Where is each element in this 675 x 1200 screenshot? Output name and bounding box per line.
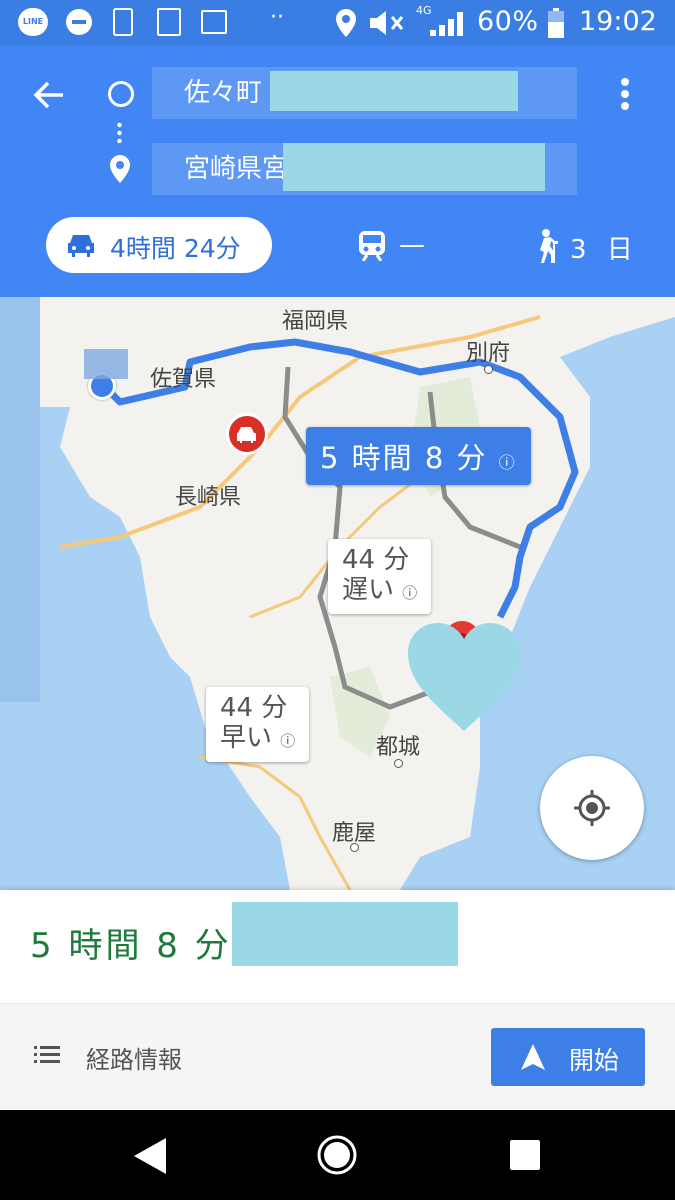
steps-button[interactable]: 経路情報 — [86, 1040, 182, 1075]
origin-redaction — [84, 349, 128, 379]
system-nav-bar — [0, 1110, 675, 1200]
list-icon[interactable] — [34, 1046, 60, 1064]
route-dots-icon — [117, 121, 122, 143]
battery-icon — [548, 8, 564, 38]
origin-circle-icon — [108, 81, 134, 107]
city-dot — [350, 843, 359, 852]
alt-route-slower-bubble[interactable]: 44 分 遅い ⓘ — [328, 539, 432, 614]
map-label-saga: 佐賀県 — [150, 367, 217, 392]
train-icon — [359, 231, 385, 261]
heart-redaction-icon — [408, 623, 520, 731]
navigation-arrow-icon — [521, 1044, 545, 1070]
start-navigation-button[interactable]: 開始 — [491, 1028, 645, 1086]
card-actions: 経路情報 開始 — [0, 1004, 675, 1110]
destination-pin-icon — [110, 155, 130, 183]
mode-tab-transit[interactable]: — — [355, 217, 445, 273]
route-duration-bubble[interactable]: 5 時間 8 分 ⓘ — [306, 427, 531, 485]
line-icon: LINE — [18, 8, 48, 36]
contacts-icon — [157, 8, 181, 36]
city-dot — [484, 365, 493, 374]
signal-icon — [430, 12, 463, 36]
home-icon[interactable] — [316, 1134, 358, 1176]
map-view[interactable]: 福岡県 佐賀県 別府 長崎県 都城 鹿屋 5 時間 8 分 ⓘ 44 分 遅い … — [0, 297, 675, 890]
mute-icon — [370, 11, 404, 35]
traffic-incident-icon[interactable] — [226, 413, 268, 455]
summary-duration: 5 時間 8 分 — [30, 926, 232, 966]
mode-transit-duration: — — [399, 230, 425, 260]
traffic-info-icon: ⓘ — [280, 732, 296, 750]
alt-route-faster-bubble[interactable]: 44 分 早い ⓘ — [206, 687, 310, 762]
status-bar: LINE ·· 4G 60% 19:02 — [0, 0, 675, 45]
map-label-miyakonojo: 都城 — [376, 735, 421, 760]
start-label: 開始 — [569, 1046, 620, 1075]
clock: 19:02 — [579, 6, 657, 37]
mode-tab-car[interactable]: 4時間 24分 — [46, 217, 272, 273]
map-label-fukuoka: 福岡県 — [282, 309, 349, 334]
traffic-info-icon: ⓘ — [402, 584, 418, 602]
redaction-mask — [232, 902, 458, 966]
route-summary-card[interactable]: 5 時間 8 分 経路情報 開始 — [0, 890, 675, 1110]
mode-car-duration: 4時間 24分 — [110, 234, 241, 263]
save-icon — [113, 8, 133, 36]
mode-walk-duration: 3 日 — [570, 235, 639, 265]
alt-faster-note: 早い — [220, 723, 273, 753]
alt-slower-note: 遅い — [342, 575, 395, 605]
dnd-icon — [66, 9, 92, 35]
hiking-icon — [540, 229, 558, 263]
mode-tab-walk[interactable]: 3 日 — [530, 217, 640, 273]
more-notifications-icon: ·· — [270, 5, 284, 30]
map-label-beppu: 別府 — [466, 341, 511, 366]
location-icon — [336, 9, 356, 37]
alt-faster-time: 44 分 — [220, 693, 288, 723]
redaction-mask — [270, 71, 518, 111]
back-arrow-icon[interactable] — [33, 80, 65, 110]
recents-icon[interactable] — [510, 1140, 540, 1170]
route-duration: 5 時間 8 分 — [320, 441, 488, 475]
back-icon[interactable] — [134, 1138, 166, 1174]
directions-header: 佐々町 宮崎県宮 4時間 24分 — 3 日 — [0, 45, 675, 297]
my-location-button[interactable] — [540, 756, 644, 860]
my-location-icon — [574, 790, 610, 826]
city-dot — [394, 759, 403, 768]
traffic-info-icon: ⓘ — [498, 453, 517, 472]
more-options-icon[interactable] — [618, 77, 632, 111]
car-icon — [68, 235, 94, 257]
redaction-mask — [283, 143, 545, 191]
battery-percent: 60% — [477, 6, 539, 37]
gallery-icon — [201, 10, 227, 34]
map-label-nagasaki: 長崎県 — [175, 485, 242, 510]
alt-slower-time: 44 分 — [342, 545, 410, 575]
